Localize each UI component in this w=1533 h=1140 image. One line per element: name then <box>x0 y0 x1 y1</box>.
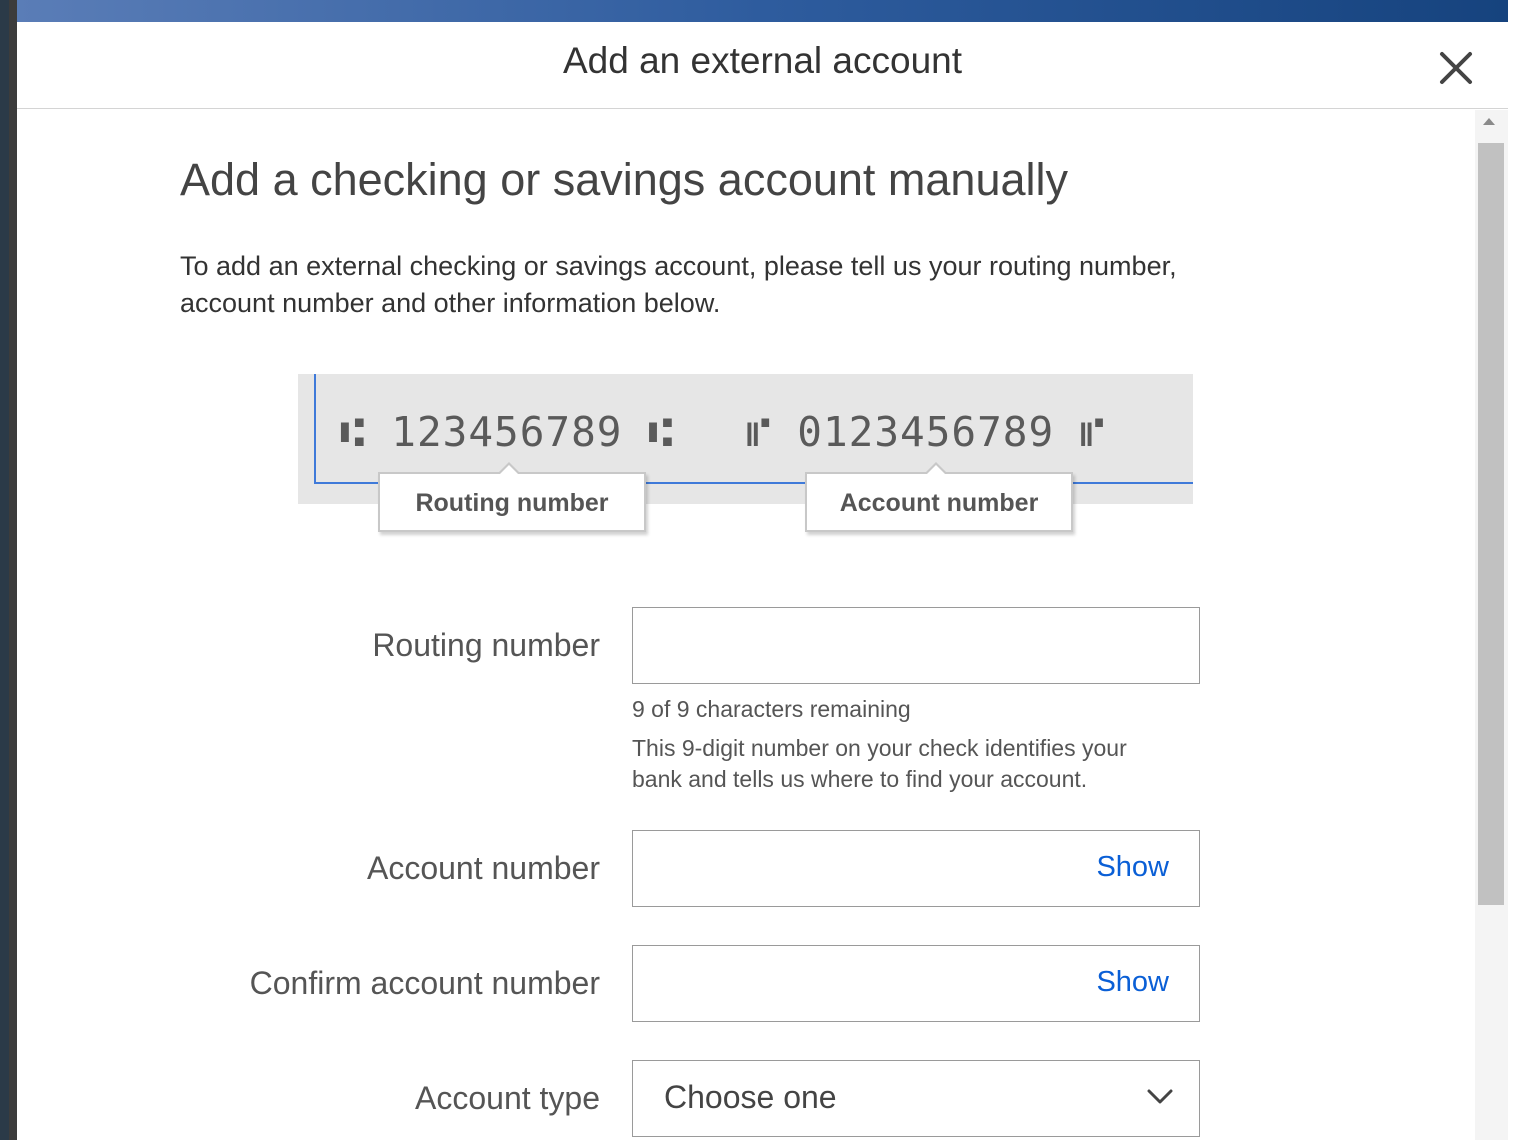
intro-line-2: account number and other information bel… <box>180 288 721 318</box>
close-icon <box>1440 52 1472 84</box>
routing-number-callout: Routing number <box>378 462 646 532</box>
confirm-account-number-input[interactable] <box>633 946 1073 1021</box>
account-type-selected-value: Choose one <box>664 1079 837 1115</box>
routing-help-text: This 9-digit number on your check identi… <box>632 733 1192 795</box>
account-number-callout: Account number <box>805 462 1073 532</box>
confirm-account-number-label: Confirm account number <box>249 965 600 1001</box>
close-button[interactable] <box>1434 46 1478 90</box>
routing-number-label: Routing number <box>372 627 600 663</box>
account-number-input[interactable] <box>633 831 1073 906</box>
routing-characters-remaining: 9 of 9 characters remaining <box>632 696 911 722</box>
dialog-title: Add an external account <box>562 40 963 81</box>
intro-line-1: To add an external checking or savings a… <box>180 251 1177 281</box>
account-number-field[interactable]: Show <box>632 830 1200 907</box>
background-window-edge <box>0 0 17 1140</box>
chevron-down-icon <box>1147 1089 1173 1104</box>
confirm-account-number-field[interactable]: Show <box>632 945 1200 1022</box>
background-window-strip <box>9 0 17 1140</box>
scroll-up-arrow-icon[interactable] <box>1483 118 1495 125</box>
check-edge-line <box>314 374 316 484</box>
routing-number-field[interactable] <box>632 607 1200 684</box>
intro-text: To add an external checking or savings a… <box>180 248 1270 322</box>
confirm-account-number-show-button[interactable]: Show <box>1096 966 1169 999</box>
account-number-label: Account number <box>366 850 600 886</box>
dialog-header: Add an external account <box>17 22 1508 109</box>
account-micr-text: ⑈ 0123456789 ⑈ <box>746 408 1106 456</box>
routing-help-line-2: bank and tells us where to find your acc… <box>632 766 1088 792</box>
account-type-label: Account type <box>415 1080 600 1116</box>
routing-help-line-1: This 9-digit number on your check identi… <box>632 735 1127 761</box>
section-title: Add a checking or savings account manual… <box>180 154 1069 205</box>
page-margin <box>1508 0 1533 1140</box>
routing-number-input[interactable] <box>633 608 1073 683</box>
add-external-account-dialog: Add an external account Add a checking o… <box>17 22 1508 1140</box>
scrollbar-thumb[interactable] <box>1478 143 1504 905</box>
routing-micr-text: ⑆ 123456789 ⑆ <box>340 408 674 456</box>
account-number-show-button[interactable]: Show <box>1096 851 1169 884</box>
dialog-top-bar <box>17 0 1508 22</box>
account-type-select[interactable]: Choose one <box>632 1060 1200 1137</box>
